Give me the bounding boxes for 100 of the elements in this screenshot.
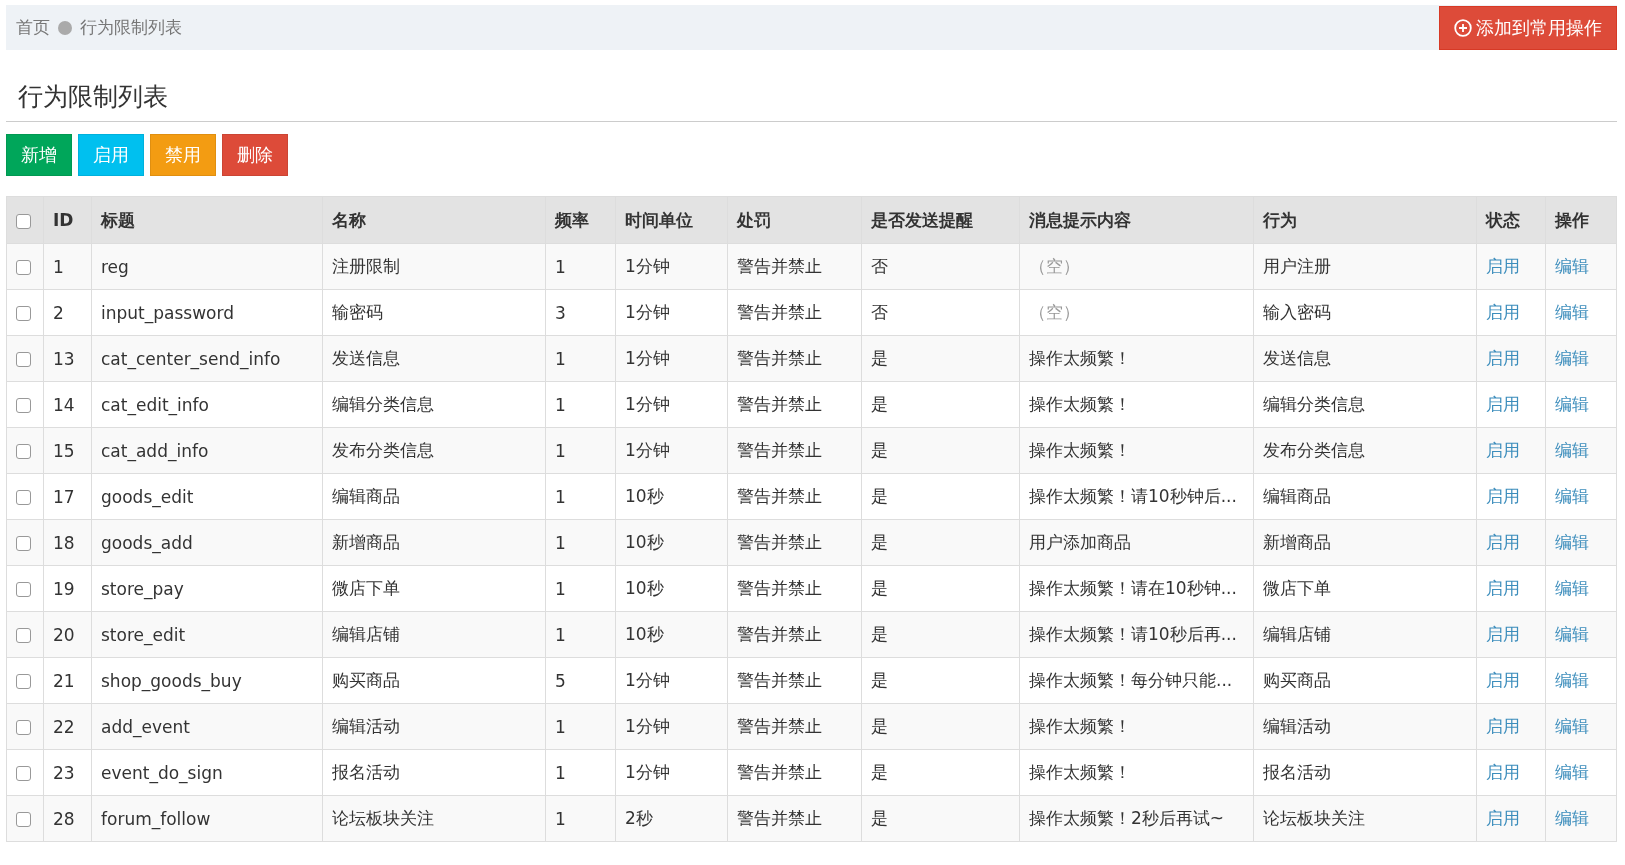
toolbar-button[interactable]: 删除 [222,134,288,176]
table-cell: 购买商品 [1253,657,1477,704]
table-cell: forum_follow [91,795,323,842]
row-checkbox[interactable] [16,536,31,551]
table-cell: 编辑店铺 [1253,611,1477,658]
table-cell: 1分钟 [615,289,728,336]
table-cell: 操作太频繁！ [1019,335,1254,382]
table-cell: 报名活动 [322,749,546,796]
table-cell: 警告并禁止 [727,795,862,842]
table-cell: 编辑分类信息 [1253,381,1477,428]
table-cell: 1 [545,749,616,796]
row-checkbox[interactable] [16,582,31,597]
toolbar-button[interactable]: 启用 [78,134,144,176]
table-cell: 17 [43,473,92,520]
table-cell: 编辑商品 [322,473,546,520]
select-all-checkbox[interactable] [16,213,31,229]
table-cell: 是 [861,335,1020,382]
table-cell: 是 [861,519,1020,566]
table-cell: 3 [545,289,616,336]
table-cell: 1 [545,795,616,842]
table-cell: 是 [861,381,1020,428]
table-cell: 编辑活动 [1253,703,1477,750]
column-header: 状态 [1476,196,1546,244]
table-cell: goods_add [91,519,323,566]
toolbar-button[interactable]: 新增 [6,134,72,176]
table-cell: 发布分类信息 [322,427,546,474]
table-cell: 1 [545,519,616,566]
table-cell: （空） [1019,289,1254,336]
table-cell: 新增商品 [322,519,546,566]
table-cell: 新增商品 [1253,519,1477,566]
add-shortcut-button[interactable]: 添加到常用操作 [1439,5,1617,50]
table-cell: input_password [91,289,323,336]
table-cell: cat_center_send_info [91,335,323,382]
row-checkbox[interactable] [16,352,31,367]
table-cell: 操作太频繁！请10秒钟后... [1019,473,1254,520]
table-cell: 警告并禁止 [727,381,862,428]
table-cell: 1分钟 [615,657,728,704]
row-checkbox[interactable] [16,628,31,643]
row-checkbox[interactable] [16,444,31,459]
table-cell: 警告并禁止 [727,473,862,520]
table-cell: store_edit [91,611,323,658]
column-header: ID [43,196,92,244]
table-cell: cat_edit_info [91,381,323,428]
table-cell: 1 [43,243,92,290]
row-checkbox[interactable] [16,306,31,321]
table-cell: 是 [861,703,1020,750]
table-cell: 注册限制 [322,243,546,290]
table-cell: reg [91,243,323,290]
table-cell: 警告并禁止 [727,243,862,290]
column-header: 行为 [1253,196,1477,244]
separator-dot-icon [58,20,72,35]
table-cell: （空） [1019,243,1254,290]
table-cell: 23 [43,749,92,796]
table-cell: 报名活动 [1253,749,1477,796]
table-cell: cat_add_info [91,427,323,474]
table-cell: goods_edit [91,473,323,520]
table-cell: 输密码 [322,289,546,336]
plus-circle-icon [1454,18,1472,37]
table-cell: 22 [43,703,92,750]
table-cell: 1分钟 [615,381,728,428]
table-cell: 20 [43,611,92,658]
table-cell: 1 [545,565,616,612]
column-header: 操作 [1545,196,1617,244]
row-checkbox[interactable] [16,720,31,735]
row-checkbox[interactable] [16,398,31,413]
table-cell: 警告并禁止 [727,749,862,796]
table-cell: 警告并禁止 [727,335,862,382]
row-checkbox[interactable] [16,490,31,505]
breadcrumb-link[interactable]: 行为限制列表 [80,16,182,39]
table-cell: 18 [43,519,92,566]
row-checkbox[interactable] [16,674,31,689]
table-cell: 操作太频繁！ [1019,427,1254,474]
table-cell: 微店下单 [1253,565,1477,612]
column-header: 名称 [322,196,546,244]
table-cell: 操作太频繁！请在10秒钟... [1019,565,1254,612]
table-cell: 发送信息 [1253,335,1477,382]
column-header: 标题 [91,196,323,244]
table-cell: 5 [545,657,616,704]
table-cell: 否 [861,289,1020,336]
table-cell: 警告并禁止 [727,611,862,658]
table-cell: 1 [545,611,616,658]
table-cell: 1 [545,243,616,290]
table-cell: 警告并禁止 [727,427,862,474]
table-cell: store_pay [91,565,323,612]
toolbar-button[interactable]: 禁用 [150,134,216,176]
breadcrumb-link[interactable]: 首页 [16,16,50,39]
table-cell: 操作太频繁！ [1019,381,1254,428]
table-cell: 1分钟 [615,427,728,474]
row-checkbox[interactable] [16,766,31,781]
table-cell: 1分钟 [615,335,728,382]
column-header: 频率 [545,196,616,244]
row-checkbox[interactable] [16,812,31,827]
table-cell: 1分钟 [615,243,728,290]
table-cell: 购买商品 [322,657,546,704]
table-cell: 14 [43,381,92,428]
row-checkbox[interactable] [16,260,31,275]
table-cell: 编辑商品 [1253,473,1477,520]
table-cell: 1 [545,427,616,474]
table-cell: 10秒 [615,565,728,612]
table-cell: 是 [861,749,1020,796]
